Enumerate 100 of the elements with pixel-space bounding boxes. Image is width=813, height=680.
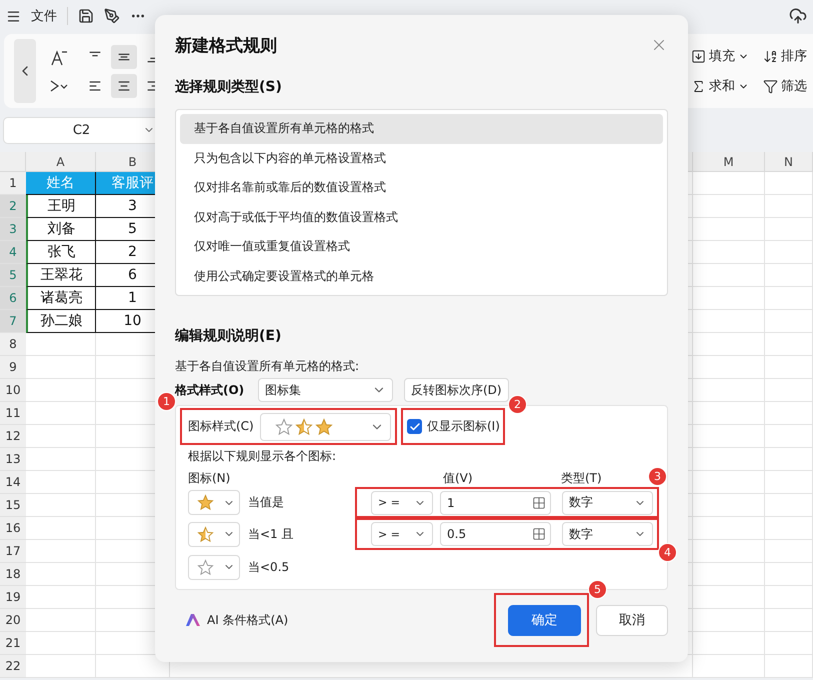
rule-type-item[interactable]: 仅对高于或低于平均值的数值设置格式 xyxy=(180,202,663,232)
row-header[interactable]: 17 xyxy=(0,540,26,563)
star-icon xyxy=(197,526,214,542)
table-cell: 王翠花 xyxy=(26,264,96,287)
row-header[interactable]: 13 xyxy=(0,448,26,471)
row-header[interactable]: 10 xyxy=(0,379,26,402)
star-icon xyxy=(314,418,333,436)
rule-type-item[interactable]: 基于各自值设置所有单元格的格式 xyxy=(180,114,663,144)
section-heading: 编辑规则说明(E) xyxy=(175,327,282,346)
rule-type-item[interactable]: 使用公式确定要设置格式的单元格 xyxy=(180,262,663,291)
column-header[interactable]: N xyxy=(765,152,813,172)
table-cell xyxy=(765,494,813,517)
operator-dropdown[interactable]: > = xyxy=(371,490,433,514)
icon-dropdown[interactable] xyxy=(188,522,240,546)
ok-button[interactable]: 确定 xyxy=(508,604,581,636)
row-header[interactable]: 21 xyxy=(0,632,26,655)
table-cell xyxy=(765,655,813,678)
table-cell xyxy=(765,172,813,195)
row-header[interactable]: 8 xyxy=(0,333,26,356)
menu-icon[interactable] xyxy=(6,8,21,24)
fill-down-icon[interactable] xyxy=(691,48,706,64)
row-header[interactable]: 20 xyxy=(0,609,26,632)
checkbox[interactable] xyxy=(407,419,422,434)
table-cell xyxy=(765,563,813,586)
callout-badge: 1 xyxy=(157,392,176,411)
value-field[interactable]: 1 xyxy=(440,490,551,514)
toolbar-button[interactable]: 排序 xyxy=(763,45,813,67)
row-header[interactable]: 15 xyxy=(0,494,26,517)
toolbar-button[interactable]: 筛选 xyxy=(763,75,813,97)
operator-dropdown[interactable]: > = xyxy=(371,522,433,546)
table-cell xyxy=(765,195,813,218)
filter-icon[interactable] xyxy=(763,78,778,94)
caret-icon[interactable] xyxy=(49,79,69,93)
toolbar-button[interactable]: 填充 xyxy=(691,45,761,67)
table-cell xyxy=(765,287,813,310)
pen-icon[interactable] xyxy=(104,8,120,24)
table-cell xyxy=(765,586,813,609)
row-header[interactable]: 4 xyxy=(0,241,26,264)
row-header[interactable]: 22 xyxy=(0,655,26,678)
ai-logo[interactable] xyxy=(185,613,201,627)
row-header[interactable]: 6 xyxy=(0,287,26,310)
table-cell xyxy=(765,356,813,379)
row-header[interactable]: 2 xyxy=(0,195,26,218)
toolbar-button[interactable]: 求和 xyxy=(691,75,761,97)
font-decrease-icon[interactable] xyxy=(50,49,68,67)
reverse-order-button[interactable]: 反转图标次序(D) xyxy=(404,378,509,402)
rule-type-item[interactable]: 仅对排名靠前或靠后的数值设置格式 xyxy=(180,173,663,202)
checkbox-label[interactable]: 仅显示图标(I) xyxy=(427,418,500,435)
table-cell xyxy=(693,655,765,678)
row-header[interactable]: 16 xyxy=(0,517,26,540)
icon-dropdown[interactable] xyxy=(188,490,240,515)
rule-type-item[interactable]: 仅对唯一值或重复值设置格式 xyxy=(180,232,663,262)
condition-text: 当<1 且 xyxy=(247,526,295,542)
condition-text: 当<0.5 xyxy=(247,558,290,576)
cloud-upload-icon[interactable] xyxy=(789,7,807,25)
row-header[interactable]: 12 xyxy=(0,425,26,448)
format-style-label: 格式样式(O) xyxy=(175,382,246,398)
row-header[interactable]: 3 xyxy=(0,218,26,241)
row-header[interactable]: 5 xyxy=(0,264,26,287)
caption-text: 根据以下规则显示各个图标: xyxy=(188,448,338,464)
range-picker-icon[interactable] xyxy=(532,527,546,541)
table-cell: 姓名 xyxy=(26,172,96,195)
section-heading: 选择规则类型(S) xyxy=(175,78,283,97)
table-cell: 诸葛亮 xyxy=(26,287,96,310)
table-cell xyxy=(765,218,813,241)
rule-type-item[interactable]: 只为包含以下内容的单元格设置格式 xyxy=(180,144,663,173)
save-icon[interactable] xyxy=(78,8,94,24)
description-text: 基于各自值设置所有单元格的格式: xyxy=(175,358,360,374)
row-header[interactable]: 11 xyxy=(0,402,26,425)
column-label: 值(V) xyxy=(443,470,473,486)
icon-dropdown[interactable] xyxy=(188,554,240,580)
align-button[interactable] xyxy=(111,44,137,68)
column-header[interactable]: M xyxy=(693,152,765,172)
dialog-title: 新建格式规则 xyxy=(175,34,277,56)
align-button[interactable] xyxy=(111,74,137,98)
table-cell xyxy=(765,264,813,287)
table-cell: 孙二娘 xyxy=(26,310,96,333)
table-cell xyxy=(765,471,813,494)
callout-badge: 2 xyxy=(508,395,527,414)
corner-cell[interactable] xyxy=(0,152,26,172)
row-header[interactable]: 9 xyxy=(0,356,26,379)
format-style-dropdown[interactable]: 图标集 xyxy=(258,378,393,402)
table-cell xyxy=(26,655,96,678)
sort-icon[interactable] xyxy=(763,48,778,64)
cancel-button[interactable]: 取消 xyxy=(596,604,668,636)
row-header[interactable]: 19 xyxy=(0,586,26,609)
ai-format-button[interactable]: AI 条件格式(A) xyxy=(185,612,288,628)
icon-style-dropdown[interactable] xyxy=(260,412,391,440)
row-header[interactable]: 1 xyxy=(0,172,26,195)
type-dropdown[interactable]: 数字 xyxy=(562,522,653,546)
table-cell xyxy=(765,609,813,632)
type-dropdown[interactable]: 数字 xyxy=(562,490,653,514)
row-header[interactable]: 14 xyxy=(0,471,26,494)
column-header[interactable]: A xyxy=(26,152,96,172)
range-picker-icon[interactable] xyxy=(532,496,546,510)
file-menu[interactable]: 文件 xyxy=(31,7,57,25)
row-header[interactable]: 18 xyxy=(0,563,26,586)
value-field[interactable]: 0.5 xyxy=(440,522,551,546)
row-header[interactable]: 7 xyxy=(0,310,26,333)
icon-style-label: 图标样式(C) xyxy=(188,418,254,435)
